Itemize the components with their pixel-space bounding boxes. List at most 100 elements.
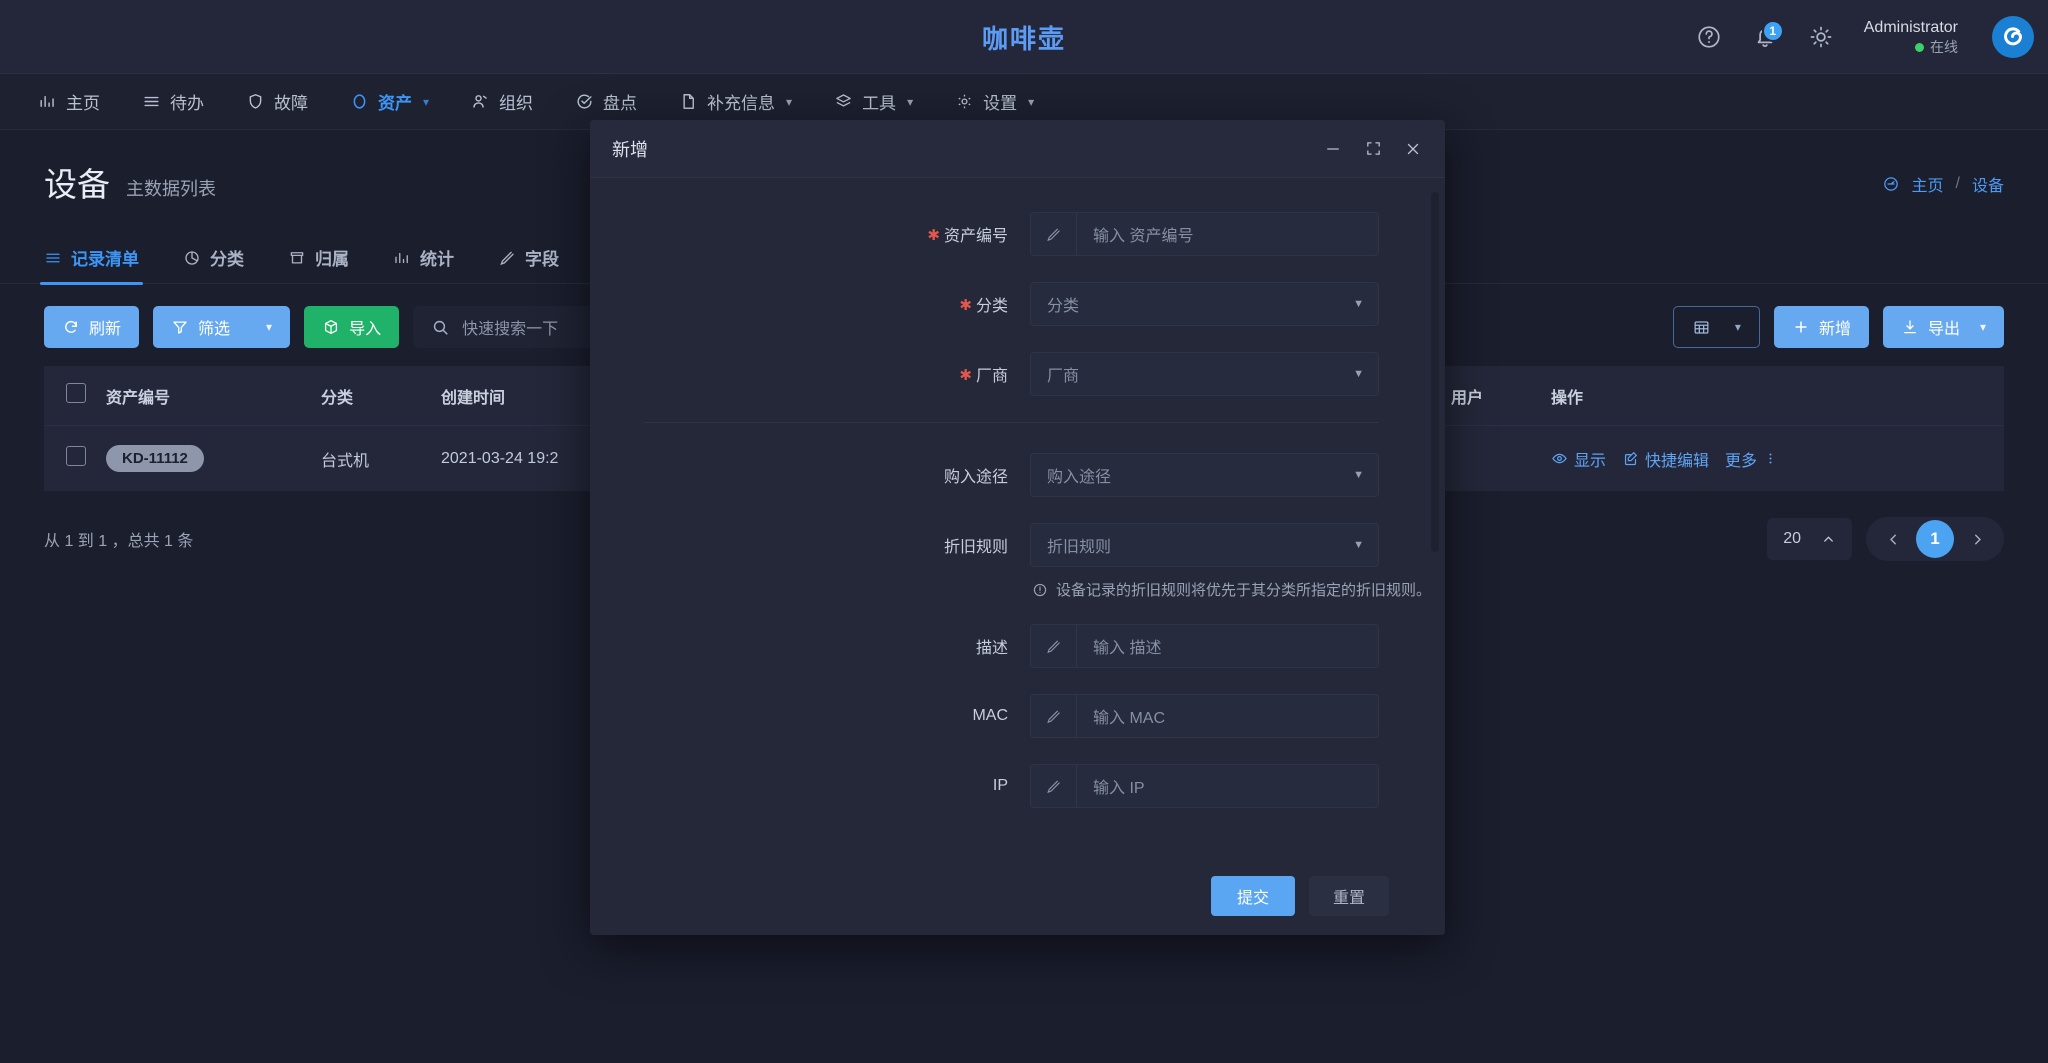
submit-button[interactable]: 提交 <box>1211 876 1295 916</box>
row-action-group: 显示 快捷编辑 更多 <box>1551 447 2004 471</box>
page-title: 设备 <box>44 158 110 206</box>
nav-item-fault[interactable]: 故障 <box>230 81 324 122</box>
more-vertical-icon <box>1763 450 1778 467</box>
placeholder-ip: 输入 IP <box>1077 774 1145 798</box>
user-status: 在线 <box>1915 38 1958 57</box>
column-header-category[interactable]: 分类 <box>321 366 441 426</box>
list-icon <box>44 249 62 267</box>
row-checkbox[interactable] <box>66 446 86 466</box>
export-button[interactable]: 导出 ▾ <box>1883 306 2004 348</box>
tab-category[interactable]: 分类 <box>183 232 244 284</box>
download-icon <box>1901 318 1919 336</box>
modal-scrollbar[interactable] <box>1431 192 1439 552</box>
bar-chart-icon <box>38 92 57 111</box>
pencil-icon <box>1031 625 1077 667</box>
nav-label: 盘点 <box>603 89 637 114</box>
check-circle-icon <box>575 92 594 111</box>
circle-icon <box>350 92 369 111</box>
placeholder-category: 分类 <box>1047 292 1079 316</box>
page-button-1[interactable]: 1 <box>1916 520 1954 558</box>
form-row-depreciation-rule: 折旧规则 折旧规则 ▼ <box>590 523 1433 567</box>
close-icon[interactable] <box>1403 139 1423 159</box>
gear-icon <box>955 92 974 111</box>
search-input[interactable]: 快速搜索一下 <box>413 306 603 348</box>
filter-button[interactable]: 筛选 ▾ <box>153 306 290 348</box>
tab-ownership[interactable]: 归属 <box>288 232 349 284</box>
next-page-button[interactable] <box>1960 522 1994 556</box>
tab-label: 字段 <box>525 245 559 270</box>
page-size-selector[interactable]: 20 <box>1767 518 1852 560</box>
tab-label: 记录清单 <box>71 245 139 270</box>
column-header-user[interactable]: 用户 <box>1451 366 1551 426</box>
prev-page-button[interactable] <box>1876 522 1910 556</box>
minimize-icon[interactable] <box>1323 139 1343 159</box>
import-button[interactable]: 导入 <box>304 306 399 348</box>
export-label: 导出 <box>1928 315 1960 339</box>
input-asset-code[interactable]: 输入 资产编号 <box>1030 212 1379 256</box>
columns-button[interactable]: ▾ <box>1673 306 1760 348</box>
form-row-vendor: ✱厂商 厂商 ▼ <box>590 352 1433 396</box>
select-depreciation-rule[interactable]: 折旧规则 ▼ <box>1030 523 1379 567</box>
user-info[interactable]: Administrator 在线 <box>1864 17 1958 57</box>
tab-record-list[interactable]: 记录清单 <box>44 232 139 284</box>
pencil-icon <box>498 249 516 267</box>
input-description[interactable]: 输入 描述 <box>1030 624 1379 668</box>
nav-item-supplementary[interactable]: 补充信息 ▾ <box>663 81 808 122</box>
page-subtitle: 主数据列表 <box>126 175 216 201</box>
pencil-icon <box>1031 213 1077 255</box>
row-select-cell <box>44 426 106 492</box>
action-quick-edit[interactable]: 快捷编辑 <box>1622 447 1709 471</box>
label-vendor: ✱厂商 <box>590 362 1030 386</box>
select-purchase-channel[interactable]: 购入途径 ▼ <box>1030 453 1379 497</box>
nav-item-assets[interactable]: 资产 ▾ <box>334 81 445 122</box>
avatar[interactable] <box>1992 16 2034 58</box>
nav-item-home[interactable]: 主页 <box>22 81 116 122</box>
pie-chart-icon <box>183 249 201 267</box>
status-dot-icon <box>1915 43 1924 52</box>
select-vendor[interactable]: 厂商 ▼ <box>1030 352 1379 396</box>
chevron-down-icon: ▾ <box>266 320 272 334</box>
select-all-checkbox[interactable] <box>66 383 86 403</box>
nav-item-tools[interactable]: 工具 ▾ <box>818 81 929 122</box>
input-mac[interactable]: 输入 MAC <box>1030 694 1379 738</box>
action-more[interactable]: 更多 <box>1725 447 1778 471</box>
nav-item-organization[interactable]: 组织 <box>455 81 549 122</box>
label-description: 描述 <box>590 634 1030 658</box>
theme-toggle-button[interactable] <box>1804 20 1838 54</box>
select-category[interactable]: 分类 ▼ <box>1030 282 1379 326</box>
pencil-icon <box>1031 695 1077 737</box>
nav-item-todo[interactable]: 待办 <box>126 81 220 122</box>
action-show[interactable]: 显示 <box>1551 447 1606 471</box>
question-circle-icon <box>1696 24 1722 50</box>
asset-code-badge[interactable]: KD-11112 <box>106 445 204 472</box>
notification-badge: 1 <box>1762 20 1784 42</box>
nav-item-settings[interactable]: 设置 ▾ <box>939 81 1050 122</box>
form-divider <box>644 422 1379 423</box>
help-button[interactable] <box>1692 20 1726 54</box>
eye-icon <box>1551 450 1568 467</box>
tab-statistics[interactable]: 统计 <box>393 232 454 284</box>
label-purchase-channel: 购入途径 <box>590 463 1030 487</box>
tab-fields[interactable]: 字段 <box>498 232 559 284</box>
edit-square-icon <box>1622 450 1639 467</box>
nav-item-inventory[interactable]: 盘点 <box>559 81 653 122</box>
column-header-code[interactable]: 资产编号 <box>106 366 321 426</box>
chevron-right-icon <box>1969 531 1986 548</box>
depreciation-hint: 设备记录的折旧规则将优先于其分类所指定的折旧规则。 <box>1032 579 1433 600</box>
notifications-button[interactable]: 1 <box>1748 20 1782 54</box>
search-placeholder: 快速搜索一下 <box>462 315 558 339</box>
cell-category: 台式机 <box>321 426 441 492</box>
sun-icon <box>1808 24 1834 50</box>
chevron-down-icon: ▾ <box>786 95 792 109</box>
refresh-button[interactable]: 刷新 <box>44 306 139 348</box>
placeholder-description: 输入 描述 <box>1077 634 1161 658</box>
pencil-icon <box>1031 765 1077 807</box>
reset-button[interactable]: 重置 <box>1309 876 1389 916</box>
maximize-icon[interactable] <box>1363 139 1383 159</box>
input-ip[interactable]: 输入 IP <box>1030 764 1379 808</box>
add-button[interactable]: 新增 <box>1774 306 1869 348</box>
refresh-label: 刷新 <box>89 315 121 339</box>
breadcrumb-home[interactable]: 主页 <box>1912 172 1944 196</box>
user-name: Administrator <box>1864 17 1958 39</box>
cell-user <box>1451 426 1551 492</box>
